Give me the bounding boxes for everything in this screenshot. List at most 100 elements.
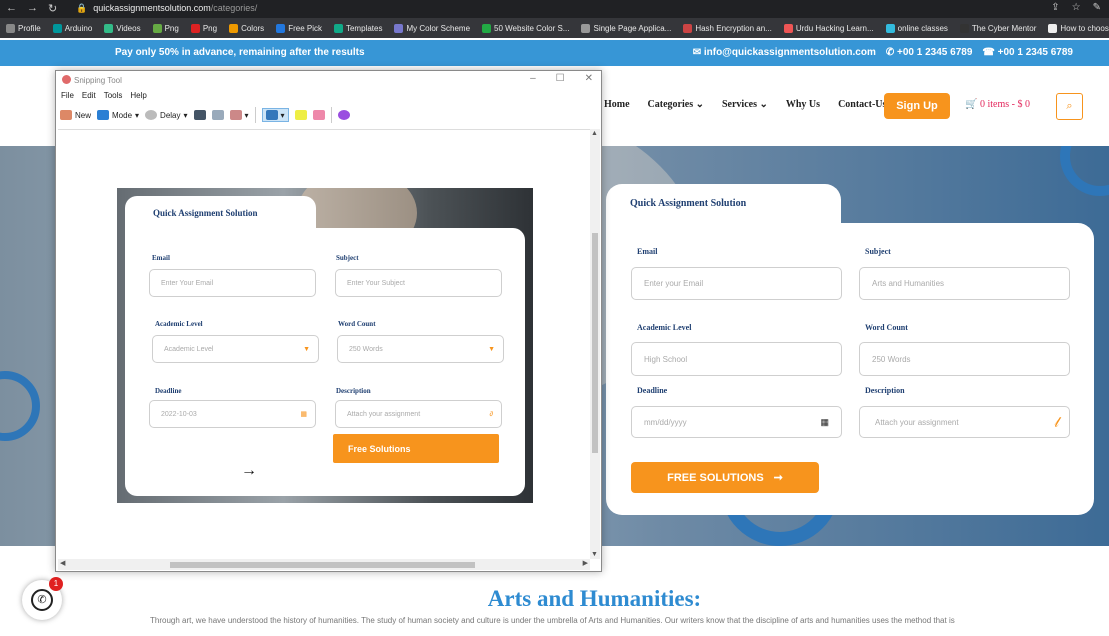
bookmark-label: My Color Scheme: [406, 23, 471, 33]
captured-free-solutions-button: Free Solutions: [333, 434, 499, 463]
highlighter-button[interactable]: [294, 110, 307, 120]
cart-icon: 🛒: [965, 99, 978, 110]
url-field[interactable]: 🔒 quickassignmentsolution.com/categories/: [76, 3, 257, 14]
bookmark-favicon-icon: [333, 23, 343, 33]
bookmark-item[interactable]: Png: [190, 23, 217, 33]
bookmark-item[interactable]: online classes: [885, 23, 948, 33]
save-button[interactable]: [193, 110, 206, 120]
bookmark-item[interactable]: Urdu Hacking Learn...: [783, 23, 874, 33]
snipping-tool-titlebar[interactable]: Snipping Tool – ☐ ✕: [56, 71, 601, 90]
vertical-scroll-thumb[interactable]: [592, 233, 598, 453]
nav-categories-label: Categories: [647, 99, 694, 110]
snipping-tool-window[interactable]: Snipping Tool – ☐ ✕ File Edit Tools Help Ne…: [55, 70, 602, 572]
bookmark-item[interactable]: The Cyber Mentor: [959, 23, 1037, 33]
snip-menu-help[interactable]: Help: [130, 91, 146, 100]
forward-icon[interactable]: →: [27, 2, 38, 15]
star-icon[interactable]: ☆: [1072, 2, 1081, 13]
deadline-input[interactable]: mm/dd/yyyy ▦: [631, 406, 842, 438]
copy-button[interactable]: [211, 110, 224, 120]
snip-menu-edit[interactable]: Edit: [82, 91, 96, 100]
share-icon[interactable]: ⇪: [1051, 2, 1059, 13]
snip-menu-file[interactable]: File: [61, 91, 74, 100]
bookmark-item[interactable]: Colors: [229, 23, 264, 33]
scroll-left-icon[interactable]: ◀: [60, 559, 65, 567]
url-path: /categories/: [210, 3, 258, 13]
phone-link[interactable]: ☎ +00 1 2345 6789: [982, 47, 1073, 58]
back-icon[interactable]: ←: [6, 2, 17, 15]
extension-icon[interactable]: ✎: [1093, 2, 1101, 13]
bookmark-item[interactable]: Single Page Applica...: [581, 23, 672, 33]
bookmark-item[interactable]: How to choose the...: [1048, 23, 1109, 33]
calendar-icon[interactable]: ▦: [820, 417, 829, 428]
email-input[interactable]: Enter your Email: [631, 267, 842, 300]
snip-menu-tools[interactable]: Tools: [104, 91, 123, 100]
reload-icon[interactable]: ↻: [48, 2, 57, 15]
eraser-button[interactable]: [312, 110, 325, 120]
arrow-right-icon: ➞: [773, 472, 783, 484]
paperclip-icon[interactable]: 𝓁: [1054, 414, 1059, 431]
description-input[interactable]: Attach your assignment 𝓁: [859, 406, 1070, 438]
bookmark-item[interactable]: Profile: [6, 23, 41, 33]
bookmark-item[interactable]: Templates: [333, 23, 382, 33]
captured-subject-label: Subject: [336, 254, 359, 262]
bookmark-item[interactable]: Arduino: [52, 23, 92, 33]
maximize-icon[interactable]: ☐: [556, 73, 565, 84]
promo-text: Pay only 50% in advance, remaining after…: [115, 47, 365, 58]
send-snip-button[interactable]: ▾: [229, 110, 249, 120]
bookmark-item[interactable]: Videos: [104, 23, 141, 33]
pen-button[interactable]: ▾: [261, 108, 289, 122]
captured-subject-input: Enter Your Subject: [335, 269, 502, 297]
bookmark-favicon-icon: [190, 23, 200, 33]
new-snip-button[interactable]: New: [60, 110, 91, 120]
bookmark-item[interactable]: My Color Scheme: [394, 23, 471, 33]
search-button[interactable]: ⌕: [1056, 93, 1083, 120]
paint3d-button[interactable]: [337, 110, 350, 120]
signup-button[interactable]: Sign Up: [884, 93, 950, 119]
whatsapp-chat-button[interactable]: ✆ 1: [22, 577, 63, 620]
pen-icon: [265, 110, 278, 120]
scroll-down-icon[interactable]: ▼: [591, 551, 598, 558]
save-icon: [193, 110, 206, 120]
nav-home[interactable]: Home: [604, 99, 630, 110]
free-solutions-button[interactable]: FREE SOLUTIONS ➞: [631, 462, 819, 493]
bookmark-label: 50 Website Color S...: [494, 23, 570, 33]
form-title: Quick Assignment Solution: [630, 198, 747, 209]
whatsapp-phone-link[interactable]: ✆ +00 1 2345 6789: [886, 47, 973, 58]
bookmark-item[interactable]: Free Pick: [276, 23, 322, 33]
delay-button[interactable]: Delay ▾: [145, 110, 188, 120]
cart-link[interactable]: 🛒 0 items - $ 0: [965, 99, 1030, 110]
mode-button[interactable]: Mode ▾: [97, 110, 139, 120]
academic-level-input[interactable]: High School: [631, 342, 842, 376]
academic-level-label: Academic Level: [637, 323, 692, 332]
horizontal-scroll-thumb[interactable]: [170, 562, 475, 568]
bookmark-item[interactable]: Png: [152, 23, 179, 33]
minimize-icon[interactable]: –: [530, 73, 536, 84]
email-link[interactable]: ✉ info@quickassignmentsolution.com: [693, 47, 876, 58]
bookmark-item[interactable]: Hash Encryption an...: [683, 23, 772, 33]
bookmark-item[interactable]: 50 Website Color S...: [482, 23, 570, 33]
bookmark-label: Single Page Applica...: [593, 23, 672, 33]
caret-down-icon: ▼: [303, 345, 310, 353]
scroll-right-icon[interactable]: ▶: [583, 559, 588, 567]
nav-services[interactable]: Services ⌄: [722, 99, 768, 110]
nav-why-us[interactable]: Why Us: [786, 99, 820, 110]
captured-wordcount-label: Word Count: [338, 320, 376, 328]
nav-contact[interactable]: Contact-Us: [838, 99, 886, 110]
arrow-right-icon: →: [241, 462, 257, 479]
word-count-label: Word Count: [865, 323, 908, 332]
bookmark-label: The Cyber Mentor: [971, 23, 1037, 33]
email-label: Email: [637, 247, 658, 256]
close-icon[interactable]: ✕: [585, 73, 593, 84]
bookmark-label: Profile: [18, 23, 41, 33]
bookmark-favicon-icon: [276, 23, 286, 33]
word-count-input[interactable]: 250 Words: [859, 342, 1070, 376]
bookmark-label: online classes: [897, 23, 948, 33]
subject-input[interactable]: Arts and Humanities: [859, 267, 1070, 300]
bookmark-favicon-icon: [482, 23, 492, 33]
bookmark-favicon-icon: [783, 23, 793, 33]
scroll-up-icon[interactable]: ▲: [591, 130, 598, 137]
bookmark-label: Free Pick: [288, 23, 322, 33]
vertical-scrollbar[interactable]: ▲ ▼: [590, 129, 600, 559]
nav-categories[interactable]: Categories ⌄: [648, 99, 704, 110]
horizontal-scrollbar[interactable]: ◀ ▶: [58, 559, 590, 570]
